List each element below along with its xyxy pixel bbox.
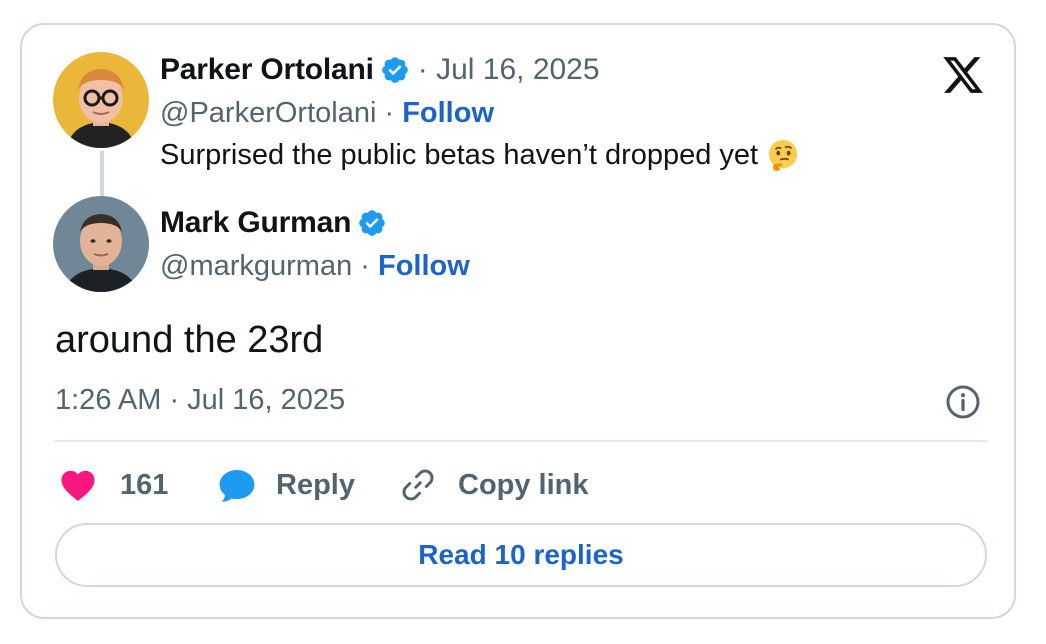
author-name[interactable]: Mark Gurman [160,206,351,240]
quoted-tweet-date[interactable]: · Jul 16, 2025 [418,53,600,87]
like-button[interactable]: 161 [60,465,168,505]
follow-mark-button[interactable]: Follow [378,250,470,282]
verified-badge-icon [359,210,386,236]
quoted-tweet-text: Surprised the public betas haven’t dropp… [160,138,759,171]
like-count: 161 [120,468,169,501]
reply-bubble-icon [219,469,255,502]
reply-label: Reply [276,468,355,501]
parker-ortolani-avatar[interactable] [53,52,149,148]
handle-separator: · [376,97,403,129]
link-icon [402,469,434,501]
quoted-author-handle[interactable]: @ParkerOrtolani [160,97,376,129]
x-logo-icon[interactable] [940,53,986,97]
read-replies-button[interactable]: Read 10 replies [55,523,987,587]
verified-badge-icon [381,57,408,83]
handle-separator: · [352,250,378,282]
divider [55,440,987,442]
follow-parker-button[interactable]: Follow [402,97,494,129]
author-row: Mark Gurman [160,206,387,240]
tweet-embed-card: Parker Ortolani · Jul 16, 2025 @ParkerOr… [20,23,1016,619]
copy-link-label: Copy link [458,468,589,501]
author-handle[interactable]: @markgurman [160,250,352,282]
quoted-author-name[interactable]: Parker Ortolani [160,53,374,87]
tweet-text: around the 23rd [55,319,324,361]
heart-icon [61,470,95,501]
quoted-author-row: Parker Ortolani · Jul 16, 2025 [160,53,600,87]
reply-button[interactable]: Reply [218,465,355,505]
quoted-handle-row: @ParkerOrtolani · Follow [160,97,494,130]
info-icon[interactable] [945,384,981,420]
copy-link-button[interactable]: Copy link [400,465,589,505]
thinking-face-emoji [768,139,798,171]
tweet-timestamp[interactable]: 1:26 AM · Jul 16, 2025 [55,384,345,417]
mark-gurman-avatar[interactable] [53,196,149,292]
author-handle-row: @markgurman · Follow [160,250,470,283]
quoted-tweet-text-row: Surprised the public betas haven’t dropp… [160,138,800,172]
